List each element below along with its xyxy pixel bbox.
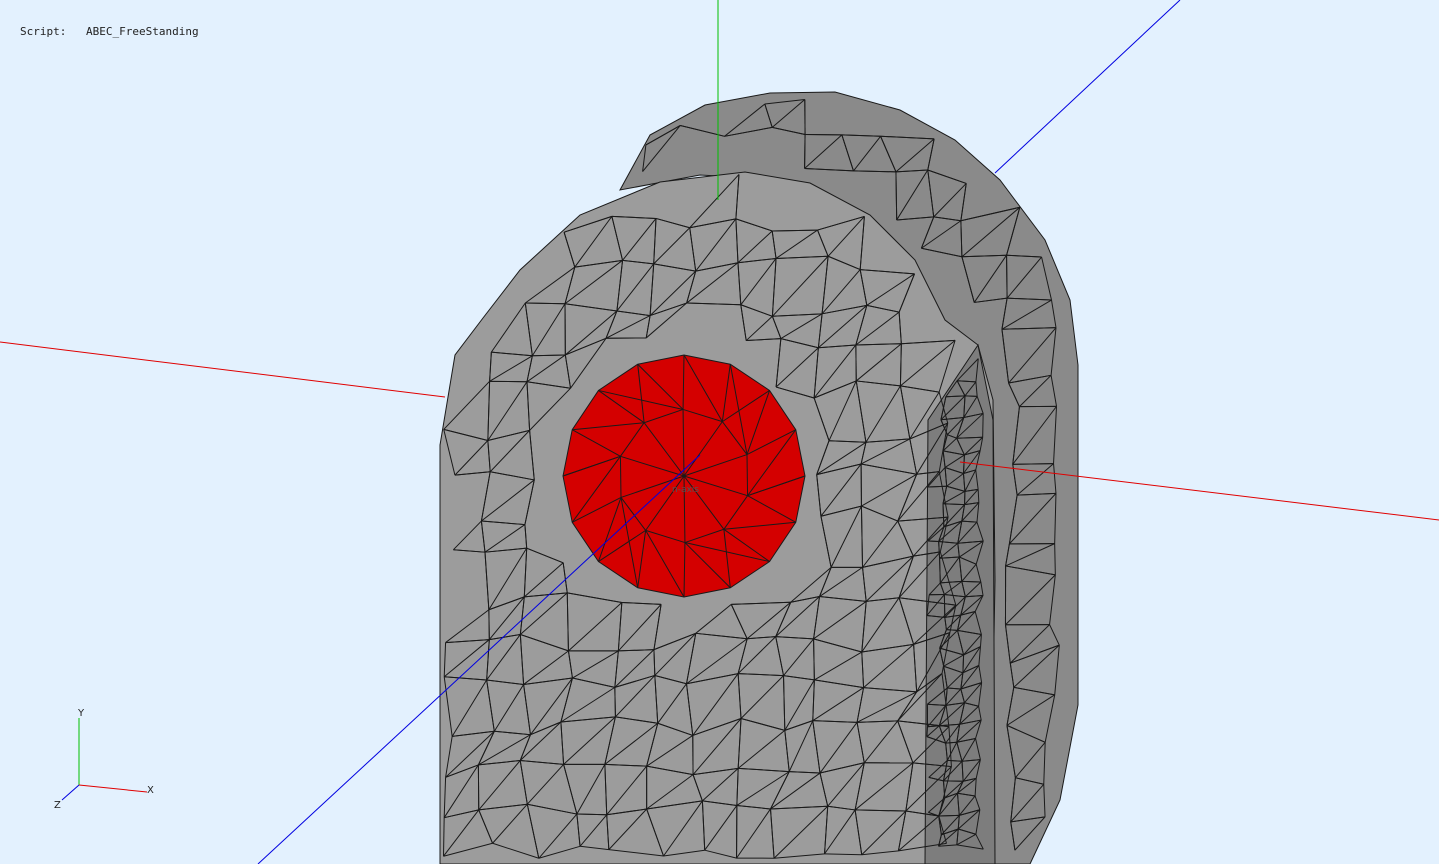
mesh-edge [615,687,616,716]
driver-mesh-edge [620,456,621,497]
mesh-edge [963,655,964,673]
x-axis-line-left [0,341,446,398]
driver-disk[interactable]: n-axis [562,354,806,598]
mesh-edge [939,815,960,816]
triad-z-axis [61,784,80,801]
mesh-edge [962,581,981,582]
mesh-edge [928,541,939,542]
triad-z-label: Z [54,800,61,811]
mesh-edge [1055,544,1056,575]
mesh-edge [1007,255,1008,298]
orientation-triad: Y X Z [54,708,154,811]
script-info: Script: ABEC_FreeStanding [20,25,199,38]
mesh-edge [927,727,928,737]
triad-y-label: Y [77,708,85,719]
mesh-edge [928,486,947,487]
triad-x-label: X [147,785,154,796]
3d-viewport[interactable]: n-axis Y X Z [0,0,1439,864]
z-axis-line-upper [994,0,1181,174]
mesh-edge [946,630,957,631]
mesh-edge [978,489,979,502]
script-label: Script: [20,25,67,38]
triad-x-axis [78,784,148,793]
driver-annotation: n-axis [672,485,699,495]
driver-mesh-edge [747,455,748,496]
mesh-edge [444,818,445,857]
script-name: ABEC_FreeStanding [86,25,199,38]
